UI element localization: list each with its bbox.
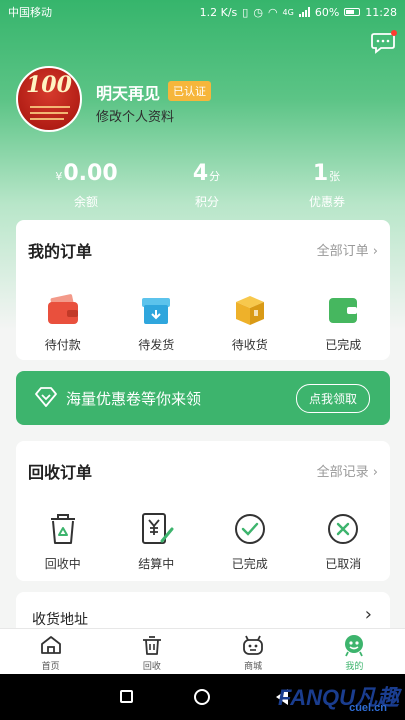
stat-value: 1 [312, 161, 329, 186]
home-nav-icon[interactable] [194, 689, 210, 705]
profile-face-icon [345, 635, 364, 657]
message-button[interactable] [371, 30, 397, 54]
recycle-in-progress[interactable]: 回收中 [16, 509, 110, 572]
recycle-cancelled[interactable]: 已取消 [297, 509, 391, 572]
stat-points[interactable]: 4分 积分 [152, 160, 262, 210]
currency-symbol: ¥ [55, 170, 63, 183]
stat-value: 0.00 [63, 161, 118, 186]
network-speed: 1.2 K/s [199, 5, 238, 19]
order-status-label: 待付款 [44, 338, 81, 352]
address-label: 收货地址 [32, 612, 88, 628]
recycle-status-label: 回收中 [44, 557, 81, 571]
order-completed[interactable]: 已完成 [297, 290, 391, 353]
avatar-line [30, 106, 70, 108]
yen-edit-icon [142, 513, 174, 544]
stat-unit: 张 [329, 170, 341, 183]
order-status-label: 已完成 [325, 338, 362, 352]
stat-balance[interactable]: ¥0.00 余额 [31, 160, 141, 210]
status-bar: 中国移动 1.2 K/s ▯ ◷ ◠ 4G 60% 11:28 [0, 0, 405, 24]
edit-profile-link[interactable]: 修改个人资料 [96, 106, 174, 125]
recycle-title: 回收订单 [28, 463, 93, 482]
network-type: 4G [282, 7, 294, 17]
home-icon [40, 636, 61, 654]
avatar-line [30, 118, 64, 120]
wifi-icon: ◠ [267, 5, 278, 19]
package-icon [142, 298, 171, 324]
order-pending-payment[interactable]: 待付款 [16, 290, 110, 353]
all-records-link[interactable]: 全部记录 › [317, 461, 378, 480]
all-orders-label: 全部订单 [316, 244, 369, 259]
my-orders-card: 我的订单 全部订单 › 待付款 待发货 待收货 已完成 [16, 220, 390, 360]
tab-label: 回收 [142, 662, 161, 672]
avatar-number: 100 [26, 72, 72, 98]
verified-badge: 已认证 [168, 81, 211, 101]
wallet-icon [47, 294, 78, 324]
stat-label: 余额 [73, 195, 98, 209]
recycle-completed[interactable]: 已完成 [203, 509, 297, 572]
status-time: 11:28 [365, 5, 397, 19]
recycle-status-label: 已取消 [325, 557, 362, 571]
username: 明天再见 [96, 84, 161, 103]
tab-mine[interactable]: 我的 [304, 629, 405, 674]
stat-label: 优惠券 [308, 195, 345, 209]
chevron-right-icon: › [364, 604, 372, 625]
check-circle-icon [234, 514, 265, 544]
tab-label: 我的 [345, 662, 364, 672]
vibrate-icon: ▯ [242, 5, 249, 19]
signal-icon [298, 7, 310, 17]
bottom-tab-bar: 首页 回收 商城 我的 [0, 628, 405, 674]
recycle-orders-card: 回收订单 全部记录 › 回收中 结算中 已完成 已取消 [16, 441, 390, 581]
orders-title: 我的订单 [28, 242, 93, 261]
order-pending-shipment[interactable]: 待发货 [110, 290, 204, 353]
account-stats: ¥0.00 余额 4分 积分 1张 优惠券 [0, 160, 405, 210]
basket-icon [142, 636, 161, 655]
avatar[interactable]: 100 [16, 66, 82, 132]
box-icon [235, 296, 264, 325]
address-row[interactable]: 收货地址 › [16, 592, 390, 628]
order-status-label: 待发货 [138, 338, 175, 352]
recycle-settling[interactable]: 结算中 [110, 509, 204, 572]
status-right: 1.2 K/s ▯ ◷ ◠ 4G 60% 11:28 [200, 6, 397, 19]
order-pending-receipt[interactable]: 待收货 [203, 290, 297, 353]
watermark-url: cuel.cn [349, 702, 387, 714]
notification-dot [391, 30, 397, 36]
recycle-status-label: 已完成 [231, 557, 268, 571]
tab-home[interactable]: 首页 [0, 629, 101, 674]
tab-label: 首页 [41, 662, 60, 672]
order-status-label: 待收货 [231, 338, 268, 352]
carrier-label: 中国移动 [8, 6, 52, 19]
stat-coupons[interactable]: 1张 优惠券 [272, 160, 382, 210]
chevron-right-icon: › [372, 244, 378, 259]
tab-mall[interactable]: 商城 [203, 629, 304, 674]
stat-value: 4 [192, 161, 209, 186]
recycle-status-grid: 回收中 结算中 已完成 已取消 [16, 509, 390, 572]
coupon-banner-text: 海量优惠卷等你来领 [66, 390, 202, 408]
stat-unit: 分 [209, 170, 221, 183]
claim-coupon-button[interactable]: 点我领取 [295, 384, 370, 413]
battery-icon [344, 8, 361, 16]
recycle-bin-icon [50, 514, 75, 544]
all-orders-link[interactable]: 全部订单 › [317, 240, 378, 259]
coupon-banner[interactable]: 海量优惠卷等你来领 点我领取 [16, 371, 390, 425]
order-status-grid: 待付款 待发货 待收货 已完成 [16, 290, 390, 353]
cancel-circle-icon [328, 514, 359, 544]
chevron-right-icon: › [372, 465, 378, 480]
clock-icon: ◷ [253, 5, 263, 19]
stat-label: 积分 [194, 195, 219, 209]
recents-icon[interactable] [120, 690, 133, 703]
completed-wallet-icon [329, 298, 358, 323]
robot-icon [243, 635, 264, 655]
all-records-label: 全部记录 [316, 465, 369, 480]
avatar-line [30, 112, 68, 114]
diamond-icon [35, 387, 57, 407]
battery-percent: 60% [314, 5, 340, 19]
tab-recycle[interactable]: 回收 [101, 629, 202, 674]
recycle-status-label: 结算中 [138, 557, 175, 571]
tab-label: 商城 [244, 662, 263, 672]
